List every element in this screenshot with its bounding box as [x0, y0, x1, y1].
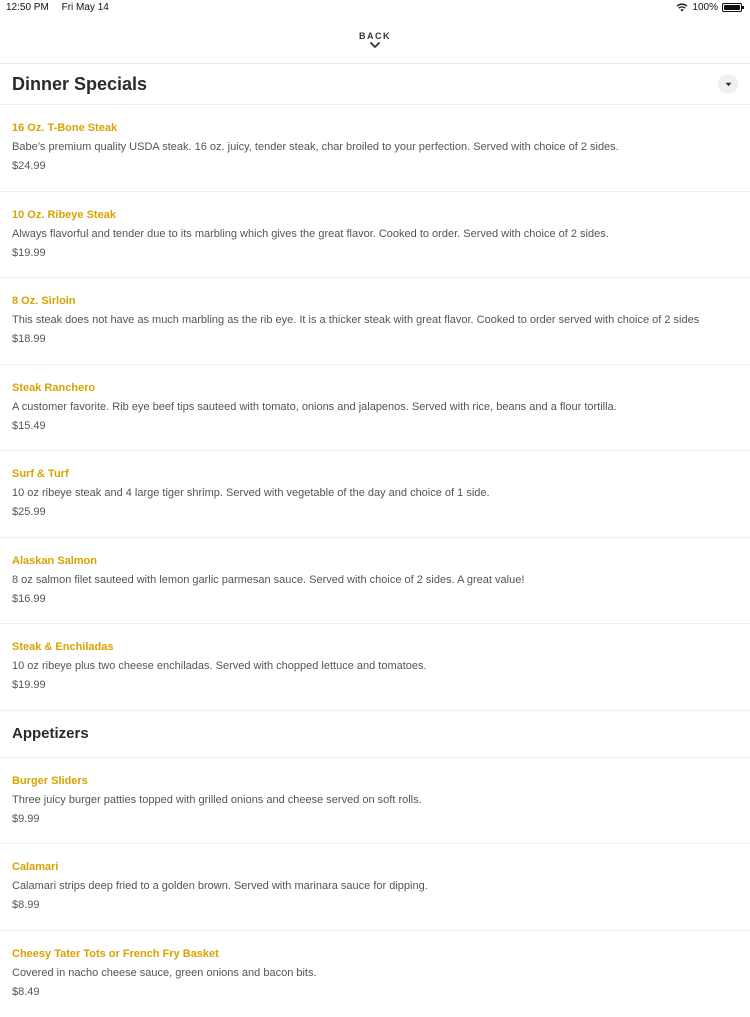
menu-item[interactable]: 10 Oz. Ribeye Steak Always flavorful and…: [0, 192, 750, 279]
item-price: $8.99: [12, 897, 738, 913]
section-header-appetizers: Appetizers: [0, 711, 750, 758]
item-price: $8.49: [12, 984, 738, 1000]
item-description: A customer favorite. Rib eye beef tips s…: [12, 399, 738, 418]
status-time: 12:50 PM: [6, 2, 49, 13]
item-name: Alaskan Salmon: [12, 554, 738, 572]
item-description: 10 oz ribeye plus two cheese enchiladas.…: [12, 658, 738, 677]
menu-content: Dinner Specials 16 Oz. T-Bone Steak Babe…: [0, 64, 750, 1017]
menu-item[interactable]: Alaskan Salmon 8 oz salmon filet sauteed…: [0, 538, 750, 625]
item-description: 10 oz ribeye steak and 4 large tiger shr…: [12, 485, 738, 504]
menu-item[interactable]: Burger Sliders Three juicy burger pattie…: [0, 758, 750, 845]
caret-down-icon: [725, 82, 732, 87]
item-description: 8 oz salmon filet sauteed with lemon gar…: [12, 572, 738, 591]
menu-item[interactable]: Cheesy Tater Tots or French Fry Basket C…: [0, 931, 750, 1017]
item-description: Babe’s premium quality USDA steak. 16 oz…: [12, 139, 738, 158]
menu-item[interactable]: 8 Oz. Sirloin This steak does not have a…: [0, 278, 750, 365]
item-name: 10 Oz. Ribeye Steak: [12, 208, 738, 226]
menu-item[interactable]: 16 Oz. T-Bone Steak Babe’s premium quali…: [0, 105, 750, 192]
item-name: 16 Oz. T-Bone Steak: [12, 121, 738, 139]
menu-item[interactable]: Steak Ranchero A customer favorite. Rib …: [0, 365, 750, 452]
item-name: Burger Sliders: [12, 774, 738, 792]
item-description: Covered in nacho cheese sauce, green oni…: [12, 965, 738, 984]
menu-item[interactable]: Calamari Calamari strips deep fried to a…: [0, 844, 750, 931]
item-name: 8 Oz. Sirloin: [12, 294, 738, 312]
item-price: $19.99: [12, 245, 738, 261]
battery-fill: [724, 5, 740, 10]
item-name: Steak Ranchero: [12, 381, 738, 399]
item-price: $25.99: [12, 504, 738, 520]
item-description: Always flavorful and tender due to its m…: [12, 226, 738, 245]
battery-percent: 100%: [692, 2, 718, 13]
item-description: Three juicy burger patties topped with g…: [12, 792, 738, 811]
status-right: 100%: [676, 2, 742, 13]
back-button[interactable]: BACK: [0, 16, 750, 64]
menu-item[interactable]: Steak & Enchiladas 10 oz ribeye plus two…: [0, 624, 750, 711]
item-name: Cheesy Tater Tots or French Fry Basket: [12, 947, 738, 965]
item-price: $19.99: [12, 677, 738, 693]
item-name: Calamari: [12, 860, 738, 878]
item-name: Steak & Enchiladas: [12, 640, 738, 658]
status-left: 12:50 PM Fri May 14: [6, 2, 119, 13]
battery-icon: [722, 3, 742, 12]
item-price: $24.99: [12, 158, 738, 174]
status-date: Fri May 14: [62, 2, 109, 13]
status-bar: 12:50 PM Fri May 14 100%: [0, 0, 750, 16]
item-description: This steak does not have as much marblin…: [12, 312, 738, 331]
menu-item[interactable]: Surf & Turf 10 oz ribeye steak and 4 lar…: [0, 451, 750, 538]
section-header-dinner-specials: Dinner Specials: [0, 64, 750, 105]
wifi-icon: [676, 3, 688, 12]
section-title: Appetizers: [12, 725, 89, 742]
collapse-section-button[interactable]: [718, 74, 738, 94]
section-title: Dinner Specials: [12, 74, 147, 95]
back-label: BACK: [359, 31, 391, 41]
item-price: $9.99: [12, 811, 738, 827]
item-name: Surf & Turf: [12, 467, 738, 485]
item-price: $16.99: [12, 591, 738, 607]
item-price: $18.99: [12, 331, 738, 347]
item-description: Calamari strips deep fried to a golden b…: [12, 878, 738, 897]
chevron-down-icon: [370, 42, 380, 49]
item-price: $15.49: [12, 418, 738, 434]
